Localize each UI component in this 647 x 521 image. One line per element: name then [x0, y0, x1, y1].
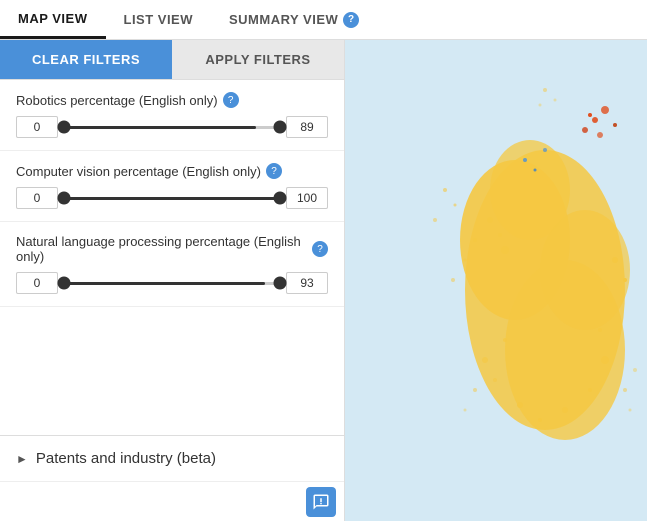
top-tabs: MAP VIEW LIST VIEW SUMMARY VIEW ? [0, 0, 647, 40]
computer-vision-filter-section: Computer vision percentage (English only… [0, 151, 344, 222]
nlp-label: Natural language processing percentage (… [16, 234, 328, 264]
nlp-info-icon[interactable]: ? [312, 241, 328, 257]
nlp-slider-container[interactable] [64, 273, 280, 293]
computer-vision-min-input[interactable] [16, 187, 58, 209]
robotics-right-thumb[interactable] [274, 121, 287, 134]
notification-icon [312, 493, 330, 511]
nlp-max-input[interactable] [286, 272, 328, 294]
tab-summary-view[interactable]: SUMMARY VIEW ? [211, 0, 377, 39]
nlp-slider-row [16, 272, 328, 294]
clear-filters-button[interactable]: CLEAR FILTERS [0, 40, 172, 79]
tab-map-view[interactable]: MAP VIEW [0, 0, 106, 39]
nlp-slider-track [64, 282, 280, 285]
left-panel: CLEAR FILTERS APPLY FILTERS Robotics per… [0, 40, 345, 521]
robotics-slider-container[interactable] [64, 117, 280, 137]
robotics-info-icon[interactable]: ? [223, 92, 239, 108]
computer-vision-label: Computer vision percentage (English only… [16, 163, 328, 179]
filter-buttons: CLEAR FILTERS APPLY FILTERS [0, 40, 344, 80]
map-visualization [345, 40, 647, 521]
computer-vision-info-icon[interactable]: ? [266, 163, 282, 179]
nlp-filter-section: Natural language processing percentage (… [0, 222, 344, 307]
computer-vision-slider-track [64, 197, 280, 200]
map-area[interactable] [345, 40, 647, 521]
computer-vision-left-thumb[interactable] [58, 192, 71, 205]
robotics-slider-fill [64, 126, 256, 129]
robotics-left-thumb[interactable] [58, 121, 71, 134]
tab-map-view-label: MAP VIEW [18, 11, 88, 26]
robotics-min-input[interactable] [16, 116, 58, 138]
main-area: CLEAR FILTERS APPLY FILTERS Robotics per… [0, 40, 647, 521]
robotics-slider-track [64, 126, 280, 129]
tab-summary-view-label: SUMMARY VIEW [229, 12, 338, 27]
nlp-slider-fill [64, 282, 265, 285]
tab-list-view[interactable]: LIST VIEW [106, 0, 212, 39]
summary-help-icon[interactable]: ? [343, 12, 359, 28]
patents-chevron-icon: ► [16, 452, 28, 466]
robotics-slider-row [16, 116, 328, 138]
computer-vision-label-text: Computer vision percentage (English only… [16, 164, 261, 179]
bottom-bar [0, 481, 344, 521]
apply-filters-button[interactable]: APPLY FILTERS [172, 40, 344, 79]
nlp-right-thumb[interactable] [274, 277, 287, 290]
notification-button[interactable] [306, 487, 336, 517]
robotics-label-text: Robotics percentage (English only) [16, 93, 218, 108]
tab-list-view-label: LIST VIEW [124, 12, 194, 27]
computer-vision-slider-fill [64, 197, 280, 200]
computer-vision-max-input[interactable] [286, 187, 328, 209]
robotics-max-input[interactable] [286, 116, 328, 138]
computer-vision-slider-container[interactable] [64, 188, 280, 208]
patents-label: Patents and industry (beta) [36, 450, 216, 467]
nlp-left-thumb[interactable] [58, 277, 71, 290]
robotics-filter-section: Robotics percentage (English only) ? [0, 80, 344, 151]
computer-vision-slider-row [16, 187, 328, 209]
robotics-label: Robotics percentage (English only) ? [16, 92, 328, 108]
nlp-label-text: Natural language processing percentage (… [16, 234, 307, 264]
nlp-min-input[interactable] [16, 272, 58, 294]
computer-vision-right-thumb[interactable] [274, 192, 287, 205]
patents-section[interactable]: ► Patents and industry (beta) [0, 435, 344, 481]
